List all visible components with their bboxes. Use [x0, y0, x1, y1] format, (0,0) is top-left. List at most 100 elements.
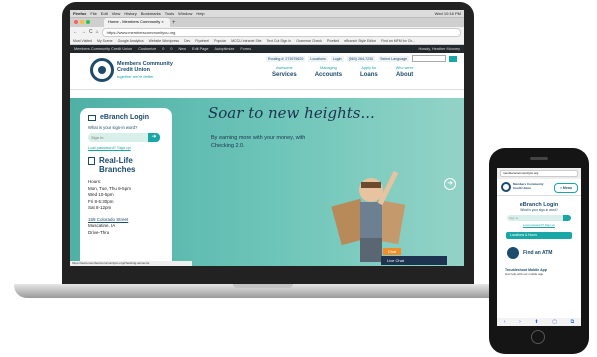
- bookmark-item[interactable]: Dev: [184, 39, 190, 43]
- window-controls: [74, 20, 90, 24]
- phone-tabs-icon[interactable]: ⧉: [571, 318, 575, 326]
- phone-logo-icon[interactable]: [501, 182, 511, 192]
- site-search-input[interactable]: [412, 55, 447, 62]
- bookmark-item[interactable]: Flywheel: [195, 39, 209, 43]
- nav-loans[interactable]: Apply for Loans: [360, 66, 378, 78]
- wp-howdy[interactable]: Howdy, Heather Mooney: [418, 47, 460, 51]
- ebranch-links[interactable]: Lost password? Sign up: [88, 145, 164, 150]
- bookmark-item[interactable]: Most Visited: [73, 39, 92, 43]
- bookmark-item[interactable]: Grammar Check: [296, 39, 322, 43]
- ebranch-title: eBranch Login: [88, 114, 164, 121]
- menu-item-edit[interactable]: Edit: [101, 11, 108, 16]
- menu-item-help[interactable]: Help: [196, 11, 204, 16]
- branch-hours: Hours: Mon, Tue, Thu 9-5pm Wed 10-5pm Fr…: [88, 179, 131, 210]
- phone-forward-icon[interactable]: ›: [519, 318, 521, 326]
- phone-url[interactable]: memberscommunitycu.org: [500, 170, 578, 177]
- phone-signin-input[interactable]: Sign In: [507, 215, 563, 221]
- phone-speaker: [530, 157, 548, 160]
- live-chat-button[interactable]: Live Chat: [381, 256, 447, 265]
- signin-go-button[interactable]: ➜: [148, 133, 160, 142]
- status-bar: https://www.memberscommunitycu.org/check…: [70, 261, 192, 266]
- back-icon[interactable]: ←: [73, 29, 78, 35]
- tab-title: Home - Members Community: [108, 19, 161, 24]
- address-row: ← → C ⌂ https://www.memberscommunitycu.o…: [70, 27, 464, 37]
- locations-link[interactable]: Locations: [308, 55, 328, 62]
- branch-address: 159 Colorado Street Muscatine, IA Drive-…: [88, 216, 129, 235]
- phone-back-icon[interactable]: ‹: [504, 318, 506, 326]
- menu-item-window[interactable]: Window: [178, 11, 192, 16]
- wp-edit-page[interactable]: Edit Page: [192, 47, 208, 51]
- wp-admin-bar: Members Community Credit Union Customize…: [70, 45, 464, 53]
- url-bar[interactable]: https://www.memberscommunitycu.org: [101, 27, 461, 37]
- wp-forms[interactable]: Forms: [240, 47, 251, 51]
- maximize-window-icon[interactable]: [86, 20, 90, 24]
- bookmark-item[interactable]: MCCU Intranet Site: [231, 39, 261, 43]
- boy-with-jetpack-image: [331, 170, 406, 262]
- wp-autoptimize[interactable]: Autoptimize: [215, 47, 235, 51]
- bookmark-item[interactable]: Find an MFM for Ch...: [381, 39, 415, 43]
- monitor-icon: [88, 114, 96, 121]
- menu-item-tools[interactable]: Tools: [165, 11, 174, 16]
- menu-item-bookmarks[interactable]: Bookmarks: [141, 11, 161, 16]
- nav-services[interactable]: Awesome Services: [272, 66, 297, 78]
- ebranch-question: What is your sign-in word?: [88, 125, 138, 130]
- bookmark-item[interactable]: Text Cut Sign In: [267, 39, 292, 43]
- mac-menu-bar: Firefox File Edit View History Bookmarks…: [70, 10, 464, 18]
- phone-troubleshoot[interactable]: Troubleshoot Mobile App Get help with our…: [505, 268, 581, 276]
- main-nav: Awesome Services Managing Accounts Apply f…: [272, 66, 414, 78]
- nav-accounts[interactable]: Managing Accounts: [315, 66, 342, 78]
- logo-text[interactable]: Members Community Credit Union: [117, 61, 173, 73]
- tab-strip: Home - Members Community × +: [70, 18, 464, 27]
- credit-union-logo-icon[interactable]: [90, 58, 114, 82]
- phone-ebranch-links[interactable]: Lost password? Sign up: [497, 223, 581, 227]
- phone-menu-button[interactable]: ≡ Menu: [554, 183, 578, 193]
- wp-site-name[interactable]: Members Community Credit Union: [74, 47, 132, 51]
- chat-badge[interactable]: Chat: [383, 248, 401, 255]
- signin-input[interactable]: [88, 133, 148, 142]
- forward-icon[interactable]: →: [81, 29, 86, 35]
- bookmark-item[interactable]: Pixelied: [327, 39, 339, 43]
- ebranch-login-form: ➜: [88, 133, 164, 142]
- bookmark-item[interactable]: My Scene: [97, 39, 113, 43]
- phone-logo-text: Members Community Credit Union: [513, 182, 544, 190]
- language-select[interactable]: Select Language: [378, 55, 410, 62]
- tab-close-icon[interactable]: ×: [161, 19, 163, 24]
- phone-find-atm[interactable]: Find an ATM: [507, 247, 581, 259]
- close-window-icon[interactable]: [74, 20, 78, 24]
- ebranch-panel: eBranch Login What is your sign-in word?…: [80, 108, 172, 266]
- home-icon[interactable]: ⌂: [96, 29, 99, 35]
- phone-home-button[interactable]: [531, 330, 545, 344]
- bookmark-item[interactable]: Website Wordpress: [149, 39, 179, 43]
- browser-tab[interactable]: Home - Members Community ×: [104, 18, 170, 27]
- login-link[interactable]: Login: [330, 55, 344, 62]
- wp-comments[interactable]: 0: [170, 47, 172, 51]
- phone-number[interactable]: (563) 264-7230: [346, 55, 376, 62]
- address-link[interactable]: 159 Colorado Street: [88, 217, 128, 222]
- phone-bookmarks-icon[interactable]: ▢: [552, 318, 557, 326]
- bookmark-item[interactable]: eBranch Style Editor: [344, 39, 376, 43]
- phone-share-icon[interactable]: ⬆: [534, 318, 538, 326]
- next-slide-icon[interactable]: ➜: [444, 178, 456, 190]
- new-tab-button[interactable]: +: [172, 20, 176, 27]
- phone-signin-form: Sign In: [507, 215, 571, 221]
- map-pin-icon: [507, 247, 519, 259]
- search-go-button[interactable]: [449, 55, 458, 62]
- menu-item-history[interactable]: History: [124, 11, 136, 16]
- menu-item-firefox[interactable]: Firefox: [73, 11, 86, 16]
- minimize-window-icon[interactable]: [80, 20, 84, 24]
- phone-hours-button[interactable]: Locations & Hours: [506, 232, 572, 239]
- nav-about[interactable]: Who we're About: [396, 66, 414, 78]
- wp-new[interactable]: New: [178, 47, 186, 51]
- wp-customize[interactable]: Customize: [138, 47, 156, 51]
- menu-item-file[interactable]: File: [90, 11, 96, 16]
- laptop-screen: Firefox File Edit View History Bookmarks…: [70, 10, 464, 266]
- bookmark-item[interactable]: Popular: [214, 39, 226, 43]
- menu-item-view[interactable]: View: [112, 11, 121, 16]
- wp-updates[interactable]: 0: [162, 47, 164, 51]
- bookmark-item[interactable]: Google Analytics: [118, 39, 144, 43]
- reload-icon[interactable]: C: [89, 29, 93, 35]
- bookmarks-bar: Most Visited My Scene Google Analytics W…: [70, 37, 464, 45]
- phone-screen: memberscommunitycu.org Members Community…: [497, 168, 581, 326]
- routing-number: Routing #: 273975629: [266, 55, 306, 62]
- phone-signin-go[interactable]: [563, 215, 571, 221]
